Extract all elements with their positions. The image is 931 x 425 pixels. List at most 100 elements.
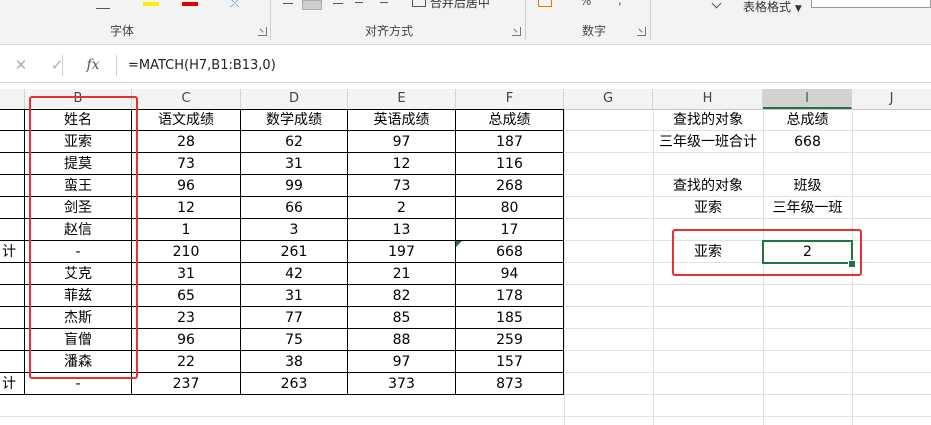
table-cell-c[interactable]: 65	[132, 285, 241, 307]
clear-format-icon[interactable]: ⤫	[230, 0, 240, 11]
table-cell-a[interactable]	[0, 351, 25, 373]
table-cell-d[interactable]: 62	[241, 131, 348, 153]
align-center-icon[interactable]	[302, 0, 322, 10]
table-cell-f[interactable]: 80	[456, 197, 564, 219]
table-cell-d[interactable]: 42	[241, 263, 348, 285]
table-cell-c[interactable]: 22	[132, 351, 241, 373]
table-cell-a[interactable]	[0, 131, 25, 153]
confirm-icon[interactable]: ✓	[44, 49, 70, 82]
cell-i1-total-label[interactable]: 总成绩	[763, 109, 852, 131]
table-cell-d[interactable]: 38	[241, 351, 348, 373]
cell-h4-lookup-label[interactable]: 查找的对象	[653, 175, 763, 197]
cell-a1[interactable]	[0, 109, 25, 131]
table-cell-f[interactable]: 178	[456, 285, 564, 307]
table-cell-f[interactable]: 185	[456, 307, 564, 329]
column-header-c[interactable]: C	[132, 89, 241, 109]
table-cell-a[interactable]: 计	[0, 241, 25, 263]
column-header-a-partial[interactable]	[0, 89, 25, 109]
table-cell-e[interactable]: 97	[348, 131, 456, 153]
indent-icon[interactable]	[355, 2, 363, 5]
percent-style-button[interactable]: %	[580, 0, 591, 8]
column-header-d[interactable]: D	[241, 89, 348, 109]
table-cell-a[interactable]	[0, 263, 25, 285]
table-cell-d[interactable]: 66	[241, 197, 348, 219]
table-cell-e[interactable]: 13	[348, 219, 456, 241]
font-dialog-launcher-icon[interactable]	[258, 27, 267, 36]
table-cell-f[interactable]: 17	[456, 219, 564, 241]
table-cell-c[interactable]: 96	[132, 175, 241, 197]
table-cell-d[interactable]: 77	[241, 307, 348, 329]
table-cell-f[interactable]: 873	[456, 373, 564, 395]
table-cell-c[interactable]: 28	[132, 131, 241, 153]
table-cell-e[interactable]: 88	[348, 329, 456, 351]
align-left-icon[interactable]	[283, 3, 293, 4]
currency-icon[interactable]	[538, 0, 552, 7]
table-cell-f[interactable]: 187	[456, 131, 564, 153]
table-cell-a[interactable]	[0, 307, 25, 329]
number-dialog-launcher-icon[interactable]	[637, 27, 646, 36]
table-cell-e[interactable]: 73	[348, 175, 456, 197]
table-cell-e[interactable]: 2	[348, 197, 456, 219]
table-cell-d[interactable]: 3	[241, 219, 348, 241]
table-cell-e[interactable]: 12	[348, 153, 456, 175]
table-header-chinese[interactable]: 语文成绩	[132, 109, 241, 131]
cancel-icon[interactable]: ✕	[8, 49, 34, 82]
table-cell-a[interactable]	[0, 153, 25, 175]
column-header-f[interactable]: F	[456, 89, 564, 109]
table-cell-c[interactable]: 23	[132, 307, 241, 329]
table-cell-e[interactable]: 21	[348, 263, 456, 285]
cell-h5-name[interactable]: 亚索	[653, 197, 763, 219]
table-cell-a[interactable]	[0, 285, 25, 307]
table-cell-d[interactable]: 261	[241, 241, 348, 263]
table-cell-d[interactable]: 31	[241, 153, 348, 175]
cell-i4-class-label[interactable]: 班级	[763, 175, 852, 197]
fill-color-icon[interactable]	[143, 2, 159, 6]
table-cell-a[interactable]: 计	[0, 373, 25, 395]
align-dialog-launcher-icon[interactable]	[512, 27, 521, 36]
border-icon[interactable]	[96, 0, 110, 9]
table-cell-d[interactable]: 31	[241, 285, 348, 307]
table-cell-c[interactable]: 12	[132, 197, 241, 219]
table-cell-a[interactable]	[0, 329, 25, 351]
table-cell-c[interactable]: 96	[132, 329, 241, 351]
comma-style-icon[interactable]: ,	[618, 0, 622, 7]
font-color-icon[interactable]	[182, 2, 198, 6]
table-cell-e[interactable]: 197	[348, 241, 456, 263]
table-cell-f[interactable]: 116	[456, 153, 564, 175]
table-cell-d[interactable]: 75	[241, 329, 348, 351]
table-cell-f[interactable]: 268	[456, 175, 564, 197]
table-cell-c[interactable]: 73	[132, 153, 241, 175]
table-cell-d[interactable]: 99	[241, 175, 348, 197]
table-cell-f[interactable]: 94	[456, 263, 564, 285]
table-cell-e[interactable]: 85	[348, 307, 456, 329]
column-header-h[interactable]: H	[653, 89, 763, 109]
column-header-i[interactable]: I	[763, 89, 852, 109]
table-cell-f[interactable]: 259	[456, 329, 564, 351]
insert-function-icon[interactable]: fx	[80, 49, 106, 82]
format-as-table-button[interactable]: 表格格式 ▼	[743, 0, 802, 15]
table-cell-a[interactable]	[0, 175, 25, 197]
cell-h2-class-total[interactable]: 三年级一班合计	[653, 131, 763, 153]
cell-h1-lookup-label[interactable]: 查找的对象	[653, 109, 763, 131]
table-cell-f[interactable]: 157	[456, 351, 564, 373]
table-cell-f[interactable]: 668	[456, 241, 564, 263]
table-cell-c[interactable]: 1	[132, 219, 241, 241]
table-cell-c[interactable]: 210	[132, 241, 241, 263]
column-header-j[interactable]: J	[852, 89, 931, 109]
table-cell-d[interactable]: 263	[241, 373, 348, 395]
table-cell-e[interactable]: 97	[348, 351, 456, 373]
table-header-english[interactable]: 英语成绩	[348, 109, 456, 131]
table-header-math[interactable]: 数学成绩	[241, 109, 348, 131]
table-cell-a[interactable]	[0, 197, 25, 219]
table-cell-e[interactable]: 82	[348, 285, 456, 307]
column-header-g[interactable]: G	[564, 89, 653, 109]
table-cell-e[interactable]: 373	[348, 373, 456, 395]
merge-center-button[interactable]: 合并后居中	[412, 0, 490, 11]
table-header-total[interactable]: 总成绩	[456, 109, 564, 131]
table-cell-a[interactable]	[0, 219, 25, 241]
outdent-icon[interactable]	[380, 2, 388, 5]
formula-input[interactable]: =MATCH(H7,B1:B13,0)	[128, 49, 276, 82]
table-cell-c[interactable]: 31	[132, 263, 241, 285]
cell-i5-class-value[interactable]: 三年级一班	[763, 197, 852, 219]
align-right-icon[interactable]	[333, 3, 343, 4]
